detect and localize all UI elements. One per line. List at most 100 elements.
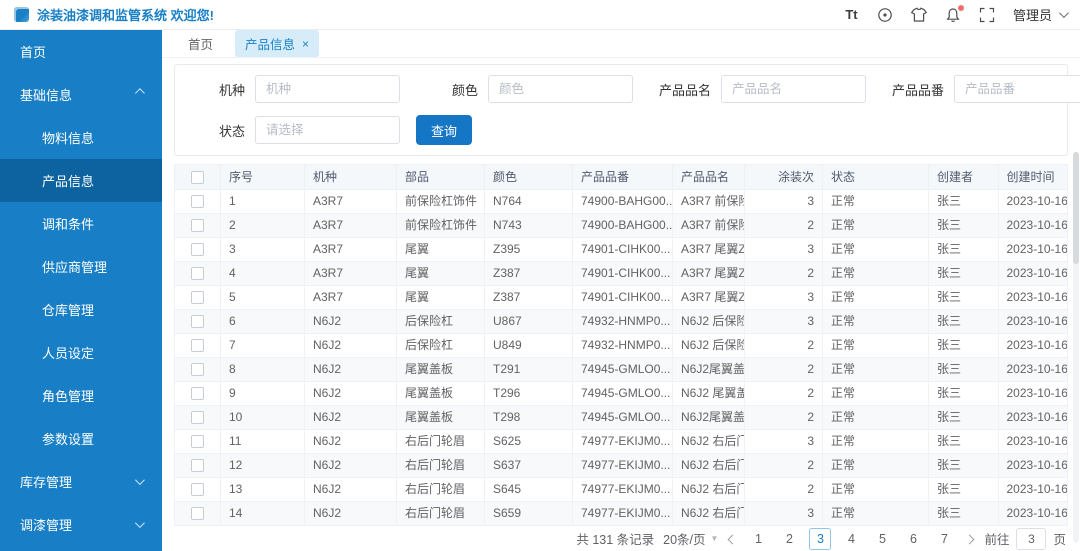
product-name-input[interactable] (721, 75, 866, 103)
sidebar-item-label: 供应商管理 (42, 260, 108, 275)
row-checkbox[interactable] (191, 315, 204, 329)
cell-model: N6J2 (304, 453, 397, 478)
sidebar-item-personnel-settings[interactable]: 人员设定 (0, 331, 162, 374)
font-size-icon[interactable]: Tt (843, 6, 860, 23)
row-checkbox[interactable] (191, 387, 204, 401)
sidebar-item-basic-info[interactable]: 基础信息 (0, 73, 162, 116)
cell-creator: 张三 (928, 453, 999, 478)
page-1[interactable]: 1 (747, 528, 769, 550)
sidebar-item-home[interactable]: 首页 (0, 30, 162, 73)
cell-color: Z387 (484, 261, 573, 286)
cell-name: A3R7 尾翼Z387... (672, 261, 745, 286)
cell-no: 1 (220, 189, 305, 214)
table-row: 13N6J2右后门轮眉S64574977-EKIJM0...N6J2 右后门轮.… (174, 477, 1068, 502)
cell-no: 11 (220, 429, 305, 454)
theme-shirt-icon[interactable] (911, 6, 928, 23)
row-checkbox[interactable] (191, 435, 204, 449)
bell-icon[interactable] (945, 5, 964, 23)
sidebar-item-role-mgmt[interactable]: 角色管理 (0, 374, 162, 417)
field-label-status: 状态 (218, 123, 245, 139)
page-4[interactable]: 4 (840, 528, 862, 550)
sidebar-item-label: 人员设定 (42, 346, 95, 361)
row-checkbox[interactable] (191, 459, 204, 473)
prev-page-button[interactable] (727, 532, 738, 546)
cell-no: 8 (220, 357, 305, 382)
sidebar-item-param-settings[interactable]: 参数设置 (0, 417, 162, 460)
row-checkbox[interactable] (191, 363, 204, 377)
cell-color: N743 (484, 213, 573, 238)
select-all-checkbox[interactable] (191, 170, 204, 184)
target-icon[interactable] (877, 6, 894, 23)
sidebar-item-inventory-mgmt[interactable]: 库存管理 (0, 460, 162, 503)
cell-color: S637 (484, 453, 573, 478)
sidebar-item-label: 基础信息 (20, 88, 73, 103)
cell-part: 右后门轮眉 (396, 501, 485, 526)
cell-color: T298 (484, 405, 573, 430)
sidebar-item-paint-mgmt[interactable]: 调漆管理 (0, 503, 162, 546)
table-row: 1A3R7前保险杠饰件N76474900-BAHG00...A3R7 前保险杠.… (174, 189, 1068, 214)
cell-part: 右后门轮眉 (396, 477, 485, 502)
cell-model: N6J2 (304, 477, 397, 502)
cell-color: U849 (484, 333, 573, 358)
sidebar-item-label: 参数设置 (42, 432, 95, 447)
sidebar-item-warehouse-mgmt[interactable]: 仓库管理 (0, 288, 162, 331)
row-checkbox[interactable] (191, 219, 204, 233)
sidebar-item-product-info[interactable]: 产品信息 (0, 159, 162, 202)
page-size-select[interactable]: 20条/页 ▼ (663, 529, 718, 548)
row-checkbox-cell (174, 501, 221, 526)
close-icon[interactable]: × (302, 38, 309, 50)
cell-status: 正常 (822, 213, 929, 238)
cell-creator: 张三 (928, 285, 999, 310)
cell-status: 正常 (822, 261, 929, 286)
cell-name: A3R7 前保险杠... (672, 189, 745, 214)
tab-product-info[interactable]: 产品信息 × (235, 30, 320, 57)
row-checkbox[interactable] (191, 243, 204, 257)
vertical-scrollbar[interactable] (1073, 152, 1079, 543)
row-checkbox[interactable] (191, 195, 204, 209)
sidebar-item-supplier-mgmt[interactable]: 供应商管理 (0, 245, 162, 288)
row-checkbox-cell (174, 405, 221, 430)
chevron-down-icon (134, 475, 145, 486)
row-checkbox[interactable] (191, 339, 204, 353)
sidebar-item-blend-condition[interactable]: 调和条件 (0, 202, 162, 245)
page-3[interactable]: 3 (809, 527, 832, 550)
product-no-input[interactable] (954, 75, 1080, 103)
row-checkbox[interactable] (191, 267, 204, 281)
row-checkbox[interactable] (191, 483, 204, 497)
goto-page-input[interactable] (1016, 527, 1047, 550)
next-page-button[interactable] (964, 532, 975, 546)
query-button[interactable]: 查询 (416, 115, 473, 145)
tab-home[interactable]: 首页 (178, 30, 223, 57)
tab-bar: 首页 产品信息 × (162, 30, 1080, 58)
row-checkbox[interactable] (191, 507, 204, 521)
chevron-down-icon (1058, 8, 1069, 19)
column-header: 部品 (396, 164, 485, 190)
row-checkbox[interactable] (191, 291, 204, 305)
color-input[interactable] (488, 75, 633, 103)
cell-no: 3 (220, 237, 305, 262)
user-menu[interactable]: 管理员 (1013, 5, 1069, 24)
page-2[interactable]: 2 (778, 528, 800, 550)
cell-color: U867 (484, 309, 573, 334)
row-checkbox[interactable] (191, 411, 204, 425)
sidebar-item-label: 首页 (20, 45, 47, 60)
fullscreen-icon[interactable] (979, 6, 996, 23)
cell-name: A3R7 尾翼Z395... (672, 237, 745, 262)
model-input[interactable] (255, 75, 400, 103)
sidebar-item-label: 产品信息 (42, 174, 95, 189)
header-actions: Tt 管理员 (843, 5, 1069, 24)
cell-part_no: 74901-CIHK00... (572, 285, 673, 310)
table-row: 11N6J2右后门轮眉S62574977-EKIJM0...N6J2 右后门轮.… (174, 429, 1068, 454)
column-header: 机种 (304, 164, 397, 190)
field-product-name: 产品品名 (649, 75, 866, 103)
page-6[interactable]: 6 (902, 528, 924, 550)
search-form: 机种 颜色 产品品名 产品品番 状态 查询 (174, 64, 1080, 156)
scrollbar-thumb[interactable] (1073, 152, 1079, 264)
sidebar-item-label: 角色管理 (42, 389, 95, 404)
sidebar-item-material-info[interactable]: 物料信息 (0, 116, 162, 159)
cell-part: 尾翼 (396, 261, 485, 286)
page-5[interactable]: 5 (871, 528, 893, 550)
page-7[interactable]: 7 (933, 528, 955, 550)
status-input[interactable] (255, 116, 400, 144)
row-checkbox-cell (174, 381, 221, 406)
